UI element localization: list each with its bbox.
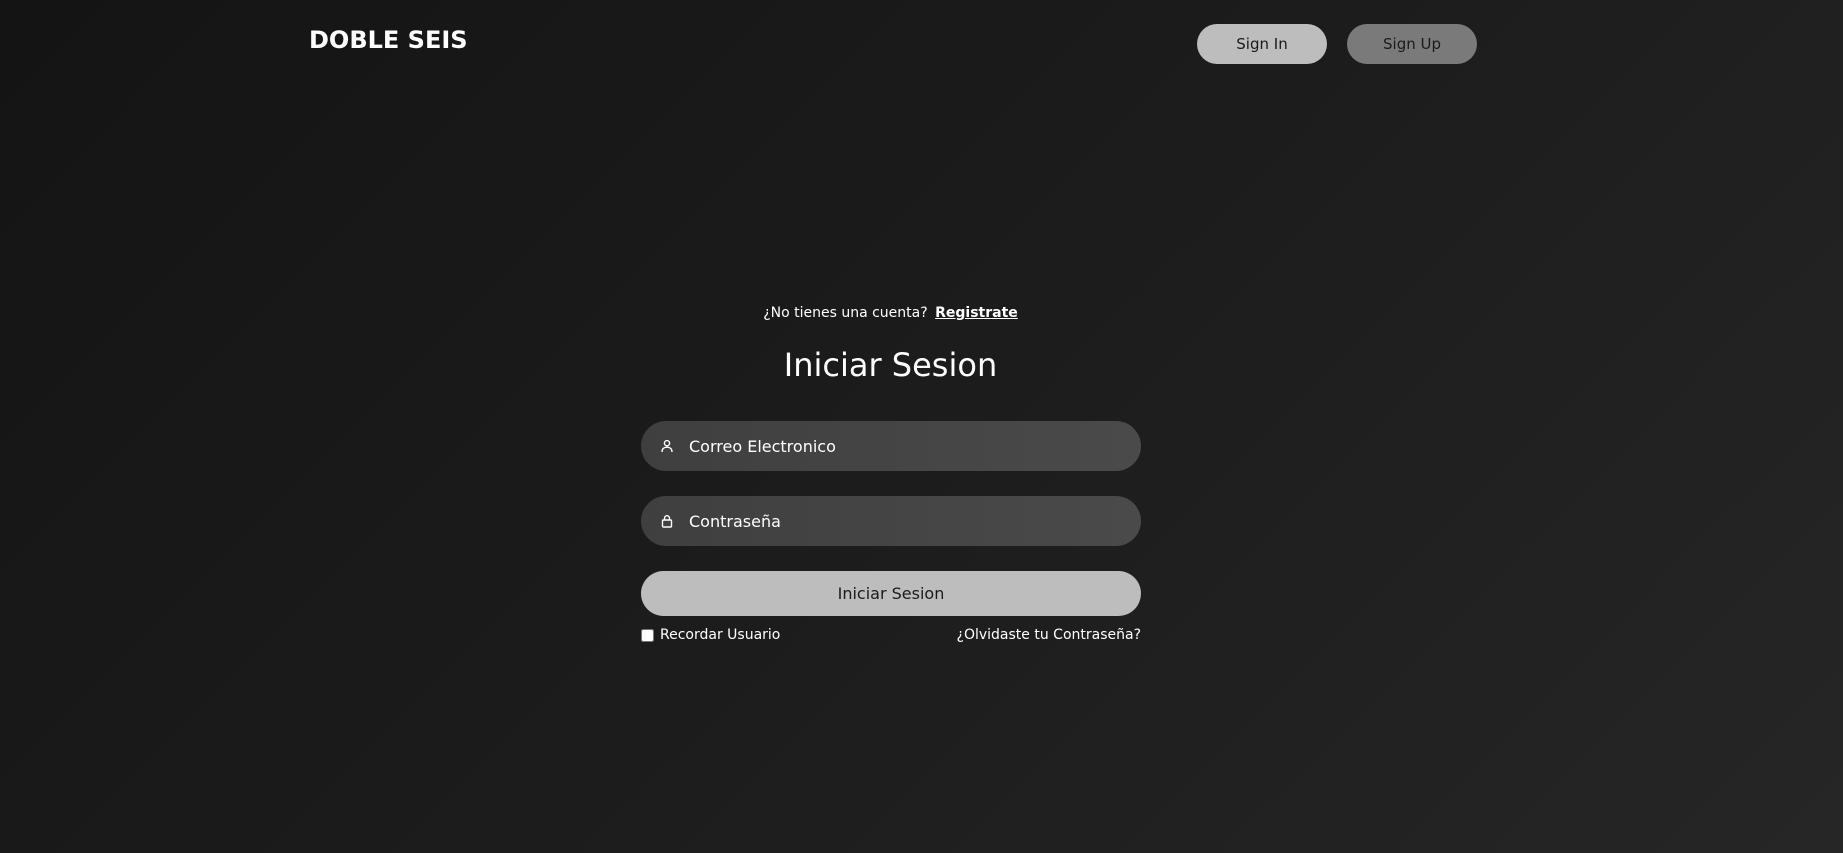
password-input[interactable] [687,510,1111,532]
remember-user-option[interactable]: Recordar Usuario [641,627,780,643]
register-prompt: ¿No tienes una cuenta? Registrate [0,305,1781,321]
lock-icon [659,513,675,529]
brand-logo[interactable]: DOBLE SEIS [309,26,468,54]
sign-up-button[interactable]: Sign Up [1347,24,1477,64]
no-account-text: ¿No tienes una cuenta? [763,305,928,321]
user-icon [659,438,675,454]
login-submit-button[interactable]: Iniciar Sesion [641,571,1141,616]
remember-user-label: Recordar Usuario [660,627,781,643]
page-title: Iniciar Sesion [783,346,998,384]
email-field-container [641,421,1141,471]
register-link[interactable]: Registrate [935,305,1018,321]
email-input[interactable] [687,435,1111,457]
sign-in-button[interactable]: Sign In [1197,24,1327,64]
remember-user-checkbox[interactable] [641,628,654,642]
forgot-password-link[interactable]: ¿Olvidaste tu Contraseña? [841,627,1141,643]
password-field-container [641,496,1141,546]
